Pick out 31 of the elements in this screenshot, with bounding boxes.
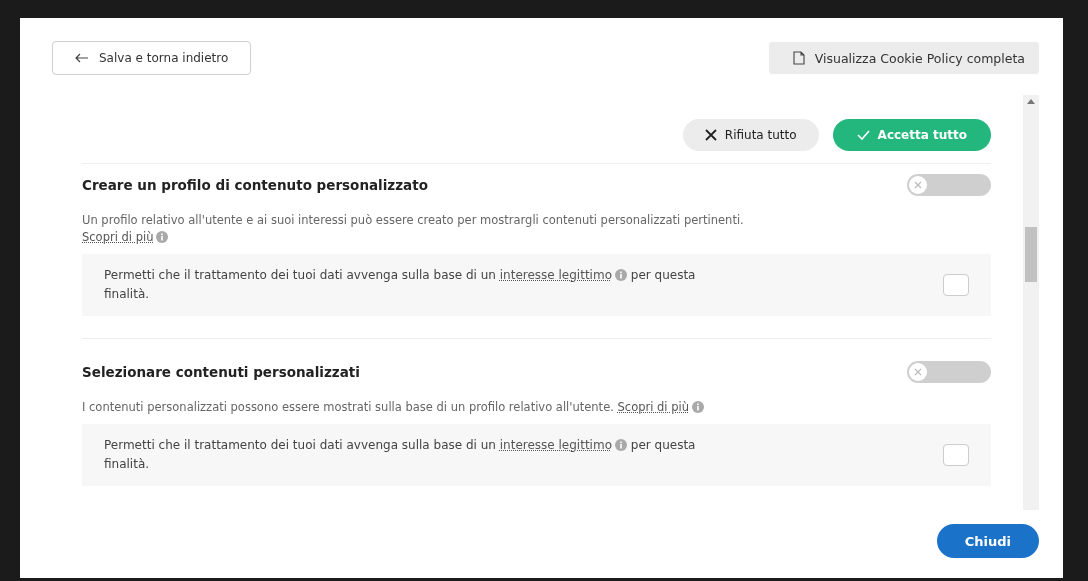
legitimate-interest-link[interactable]: interesse legittimo: [499, 438, 612, 452]
arrow-left-icon: [75, 53, 89, 63]
scrollbar-thumb[interactable]: [1025, 227, 1037, 282]
document-icon: [792, 51, 805, 65]
reject-all-button[interactable]: Rifiuta tutto: [682, 119, 819, 151]
info-icon[interactable]: [615, 269, 627, 281]
back-button[interactable]: Salva e torna indietro: [52, 41, 252, 75]
info-icon[interactable]: [156, 231, 169, 243]
close-icon: [913, 367, 923, 377]
consent-text: Permetti che il trattamento dei tuoi dati avvenga sulla base di un interesse legittimo per questa finalità.: [104, 437, 697, 473]
toggle-switch[interactable]: [907, 361, 991, 383]
description: I contenuti personalizzati possono essere mostrati sulla base di un profilo relativo all'utente. Scopri di più: [82, 399, 762, 416]
policy-button[interactable]: Visualizza Cookie Policy completa: [768, 42, 1039, 74]
description: Un profilo relativo all'utente e ai suoi interessi può essere creato per mostrargli contenuti personalizzati pertinenti. Scopri di più: [82, 212, 745, 246]
info-icon[interactable]: [692, 401, 704, 413]
close-button[interactable]: Chiudi: [936, 524, 1039, 558]
section-title: Creare un profilo di contenuto personalizzato: [82, 177, 428, 193]
checkbox[interactable]: [943, 274, 969, 296]
scroll-up-icon[interactable]: [1027, 99, 1035, 104]
checkbox[interactable]: [943, 444, 969, 466]
learn-more-link[interactable]: Scopri di più: [82, 230, 154, 244]
section-title: Selezionare contenuti personalizzati: [82, 364, 360, 380]
scrollbar[interactable]: [1023, 95, 1039, 510]
toggle-switch[interactable]: [907, 174, 991, 196]
close-icon: [913, 180, 923, 190]
learn-more-link[interactable]: Scopri di più: [617, 400, 689, 414]
legitimate-interest-link[interactable]: interesse legittimo: [499, 268, 612, 282]
close-icon: [704, 129, 717, 141]
info-icon[interactable]: [615, 439, 627, 451]
check-icon: [856, 130, 870, 140]
consent-text: Permetti che il trattamento dei tuoi dati avvenga sulla base di un interesse legittimo per questa finalità.: [104, 267, 697, 303]
